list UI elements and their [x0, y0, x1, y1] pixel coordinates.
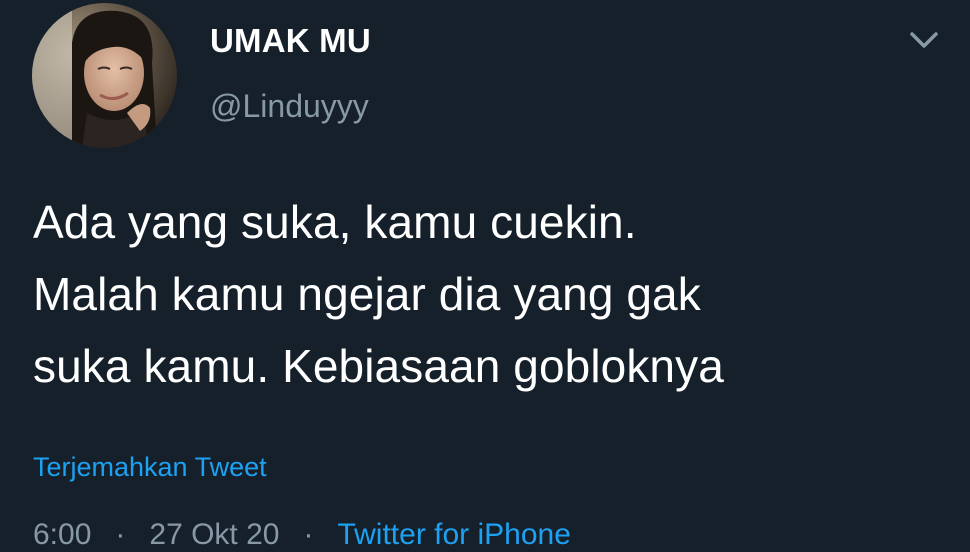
avatar[interactable] — [32, 3, 177, 148]
meta-separator: · — [115, 518, 126, 551]
tweet-date[interactable]: 27 Okt 20 — [149, 518, 279, 552]
tweet-card: UMAK MU @Linduyyy Ada yang suka, kamu cu… — [0, 0, 970, 551]
translate-tweet-link[interactable]: Terjemahkan Tweet — [33, 452, 267, 483]
tweet-meta: 6:00 · 27 Okt 20 · Twitter for iPhone — [33, 518, 571, 552]
tweet-text: Ada yang suka, kamu cuekin. Malah kamu n… — [33, 196, 724, 392]
tweet-source-link[interactable]: Twitter for iPhone — [337, 518, 570, 552]
tweet-time[interactable]: 6:00 — [33, 518, 91, 552]
meta-separator: · — [303, 518, 314, 551]
user-handle[interactable]: @Linduyyy — [210, 88, 369, 125]
chevron-down-icon[interactable] — [906, 26, 942, 54]
profile-photo-icon — [32, 3, 177, 148]
display-name[interactable]: UMAK MU — [210, 22, 371, 60]
